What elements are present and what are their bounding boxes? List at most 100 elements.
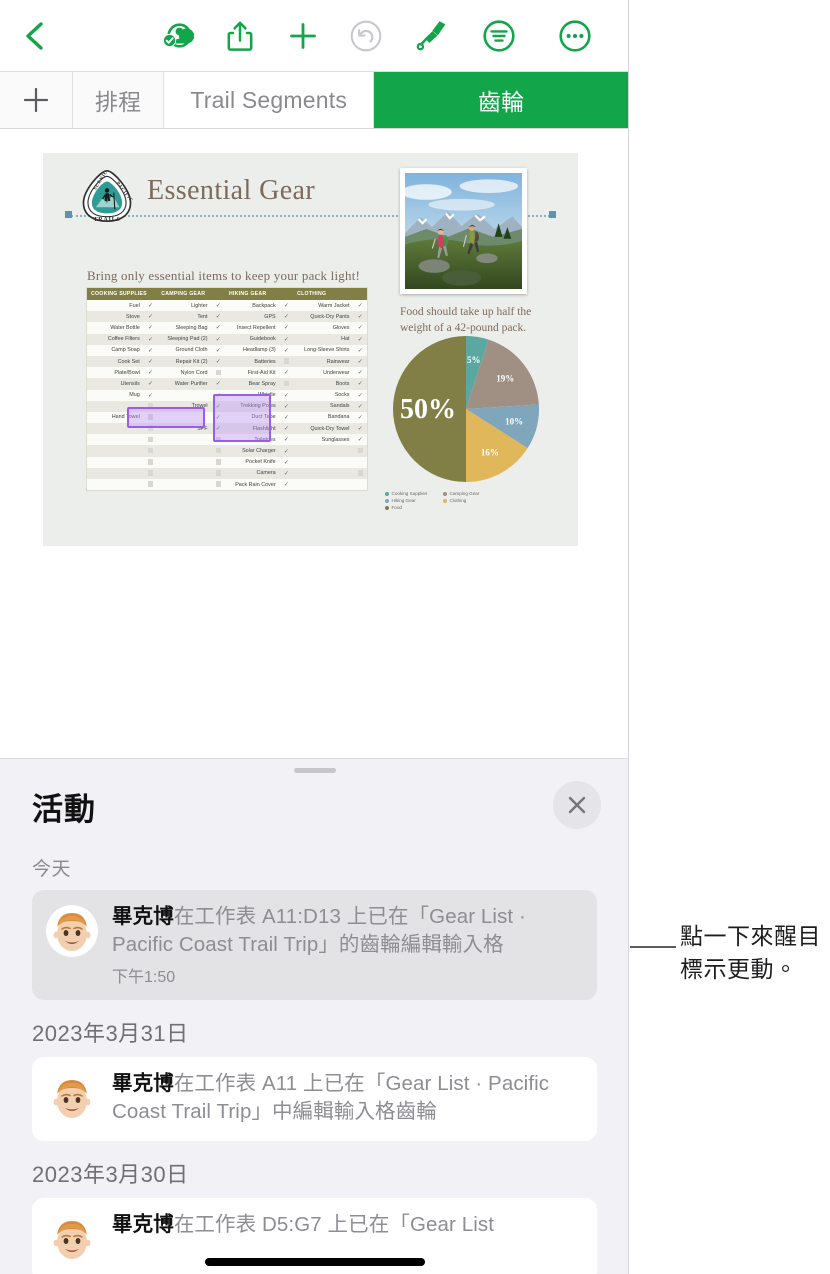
table-cell-checkbox[interactable] [353,479,367,491]
table-cell-checkbox[interactable]: ✓ [211,400,226,412]
close-button[interactable] [553,781,601,829]
table-cell-label[interactable]: Cook Set [87,355,144,368]
table-cell-label[interactable] [293,467,354,479]
table-cell-label[interactable]: Duct Tape [225,411,280,424]
table-cell-label[interactable] [87,445,144,457]
table-cell-label[interactable] [157,411,212,424]
gear-checklist-table[interactable]: COOKING SUPPLIES CAMPING GEAR HIKING GEAR C… [87,288,367,491]
table-cell-checkbox[interactable]: ✓ [143,355,158,368]
table-row[interactable]: Camp Soap ✓ Ground Cloth ✓ Headlamp (3) ✓ Long… [87,344,367,356]
activity-entry[interactable]: 畢克博在工作表 A11:D13 上已在「Gear List · Pacific … [32,890,597,1000]
table-row[interactable]: Fuel ✓ Lighter ✓ Backpack ✓ Warm Jacket ✓ [87,300,367,312]
table-cell-label[interactable]: Toiletries [225,434,280,446]
table-row[interactable]: Mug ✓ ✓ Whistle ✓ Socks ✓ [87,389,367,401]
table-cell-label[interactable]: Batteries [225,355,280,368]
back-icon[interactable] [12,14,56,58]
table-cell-checkbox[interactable]: ✓ [211,311,226,323]
table-cell-label[interactable]: Hand Towel [87,411,144,424]
table-cell-checkbox[interactable]: ✓ [279,456,294,468]
table-cell-label[interactable]: Rainwear [293,355,354,368]
table-cell-checkbox[interactable] [211,479,226,491]
table-cell-label[interactable]: Headlamp (3) [225,344,280,356]
table-cell-checkbox[interactable]: ✓ [143,378,158,390]
table-cell-checkbox[interactable]: ✓ [353,300,367,312]
table-cell-label[interactable]: Flashlight [225,423,280,435]
table-cell-label[interactable]: Tent [157,311,212,323]
table-cell-checkbox[interactable]: ✓ [211,322,226,334]
format-brush-icon[interactable] [410,14,454,58]
table-cell-checkbox[interactable]: ✓ [353,411,367,424]
table-cell-label[interactable] [157,467,212,479]
table-cell-label[interactable]: Camp Soap [87,344,144,356]
table-cell-label[interactable]: Quick-Dry Pants [293,311,354,323]
table-cell-label[interactable]: Plate/Bowl [87,367,144,379]
table-cell-checkbox[interactable]: ✓ [353,311,367,323]
table-cell-label[interactable] [293,456,354,468]
table-cell-checkbox[interactable]: ✓ [143,333,158,345]
table-cell-label[interactable]: Coffee Filters [87,333,144,345]
table-cell-checkbox[interactable]: ✓ [211,423,226,435]
sheet-grabber-handle[interactable] [293,768,336,773]
table-cell-checkbox[interactable]: ✓ [353,423,367,435]
table-cell-label[interactable]: Fuel [87,300,144,312]
table-cell-checkbox[interactable]: ✓ [279,389,294,401]
table-cell-checkbox[interactable]: ✓ [143,367,158,379]
share-icon[interactable] [220,14,260,58]
table-row[interactable]: Trowel ✓ Trekking Poles ✓ Sandals ✓ [87,400,367,412]
table-cell-label[interactable]: Guidebook [225,333,280,345]
table-cell-checkbox[interactable]: ✓ [279,400,294,412]
table-row[interactable]: Coffee Filters ✓ Sleeping Pad (2) ✓ Guideboo… [87,333,367,345]
table-cell-label[interactable]: Sandals [293,400,354,412]
table-cell-label[interactable]: Warm Jacket [293,300,354,312]
gear-weight-pie-chart[interactable]: 5% 19% 10% 16% 50% Cooking Supplies Camping G… [379,333,554,533]
table-cell-checkbox[interactable]: ✓ [211,378,226,390]
table-cell-checkbox[interactable] [353,445,367,457]
table-cell-checkbox[interactable] [143,411,158,424]
table-cell-label[interactable] [87,456,144,468]
table-row[interactable]: SPF ✓ Flashlight ✓ Quick-Dry Towel ✓ [87,423,367,435]
table-cell-label[interactable] [87,423,144,435]
table-cell-checkbox[interactable] [143,400,158,412]
table-cell-checkbox[interactable]: ✓ [353,355,367,368]
table-cell-label[interactable]: Sunglasses [293,434,354,446]
table-cell-label[interactable]: GPS [225,311,280,323]
table-cell-label[interactable]: Pack Rain Cover [225,479,280,491]
table-row[interactable]: Camera ✓ [87,467,367,479]
table-cell-checkbox[interactable]: ✓ [279,434,294,446]
table-cell-checkbox[interactable] [143,467,158,479]
table-cell-checkbox[interactable]: ✓ [211,389,226,401]
table-cell-checkbox[interactable]: ✓ [279,300,294,312]
table-cell-checkbox[interactable]: ✓ [353,367,367,379]
add-sheet-button[interactable] [0,72,73,128]
table-cell-label[interactable]: Boots [293,378,354,390]
table-cell-label[interactable]: Backpack [225,300,280,312]
table-cell-label[interactable]: Lighter [157,300,212,312]
table-cell-checkbox[interactable] [211,434,226,446]
insert-icon[interactable] [283,14,323,58]
table-cell-checkbox[interactable]: ✓ [279,322,294,334]
table-cell-checkbox[interactable] [143,445,158,457]
table-cell-checkbox[interactable]: ✓ [143,389,158,401]
table-cell-checkbox[interactable]: ✓ [279,333,294,345]
table-cell-checkbox[interactable] [211,445,226,457]
table-cell-checkbox[interactable]: ✓ [353,333,367,345]
table-cell-checkbox[interactable]: ✓ [279,445,294,457]
collaborate-icon[interactable] [155,14,199,58]
table-cell-checkbox[interactable] [279,378,294,390]
hikers-photo-frame[interactable] [400,168,527,294]
activity-list[interactable]: 今天 畢克博在工作表 A11:D13 上已在「Gear List · Pacifi… [0,844,628,1274]
table-cell-checkbox[interactable]: ✓ [279,311,294,323]
undo-icon[interactable] [345,15,387,57]
table-cell-label[interactable]: Sleeping Pad (2) [157,333,212,345]
table-cell-label[interactable] [87,400,144,412]
table-cell-checkbox[interactable] [143,423,158,435]
table-cell-label[interactable] [87,434,144,446]
table-cell-label[interactable]: Nylon Cord [157,367,212,379]
table-row[interactable]: Plate/Bowl ✓ Nylon Cord First-Aid Kit ✓ Under… [87,367,367,379]
table-row[interactable]: Stove ✓ Tent ✓ GPS ✓ Quick-Dry Pants ✓ [87,311,367,323]
organize-icon[interactable] [477,14,521,58]
table-cell-checkbox[interactable] [143,434,158,446]
table-cell-checkbox[interactable] [211,367,226,379]
table-cell-checkbox[interactable]: ✓ [353,322,367,334]
table-cell-label[interactable]: Bandana [293,411,354,424]
